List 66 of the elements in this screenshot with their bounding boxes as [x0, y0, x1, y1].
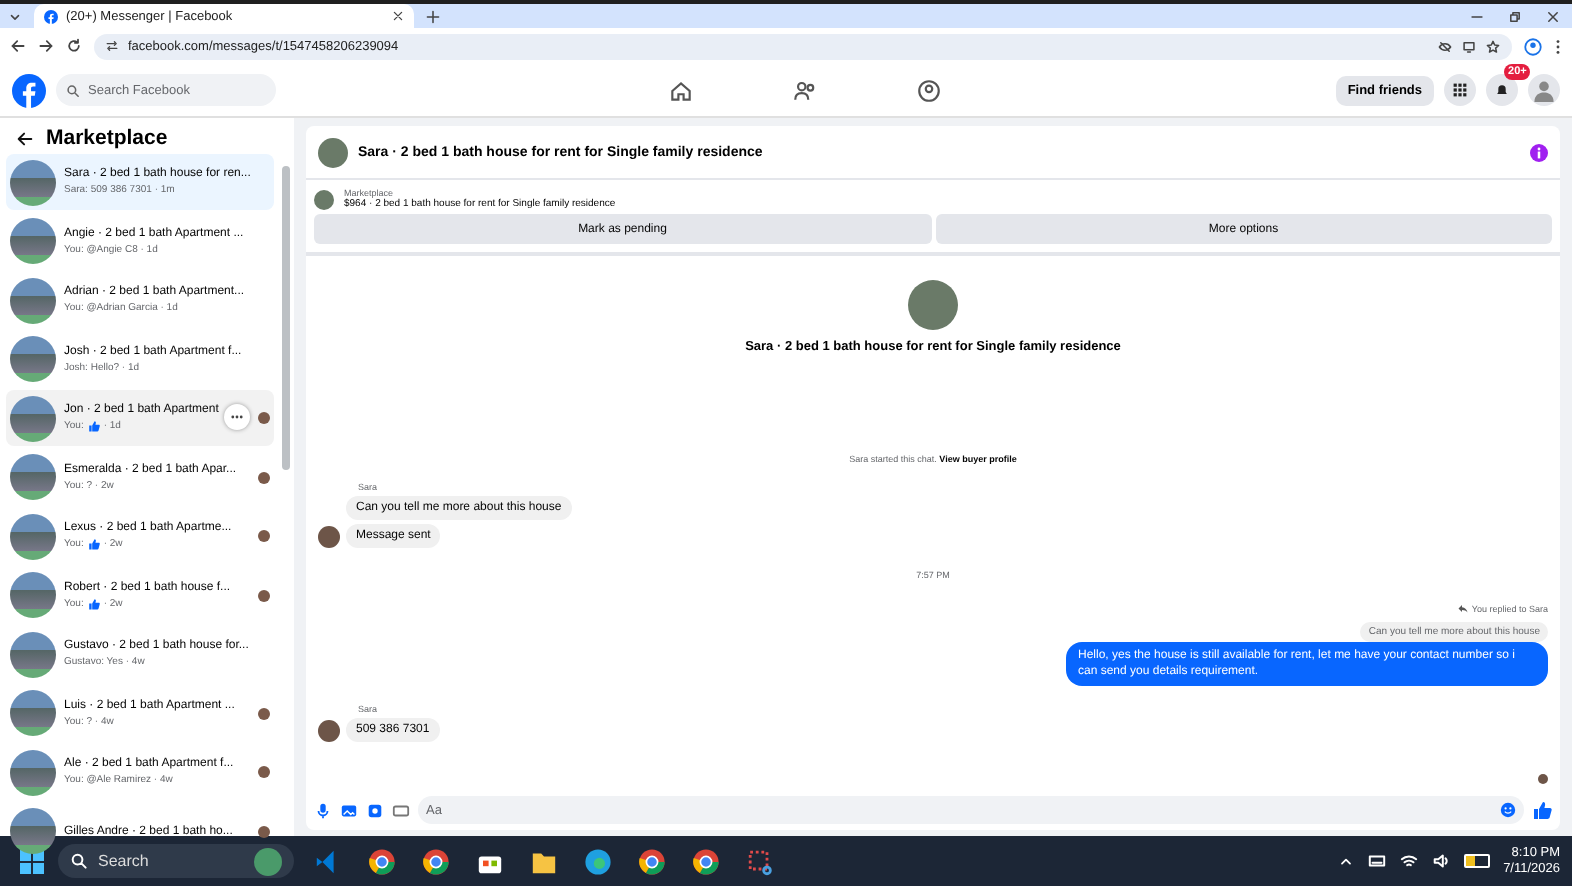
close-icon[interactable]: [1546, 9, 1560, 23]
back-arrow-icon[interactable]: [16, 129, 34, 147]
back-icon[interactable]: [10, 38, 26, 54]
sticker-icon[interactable]: [366, 801, 384, 819]
more-dots-icon: [230, 414, 244, 420]
info-icon[interactable]: [1530, 143, 1548, 161]
wifi-icon[interactable]: [1399, 852, 1418, 870]
house-photo-placeholder: [10, 572, 56, 618]
search-icon: [70, 852, 88, 870]
windows-logo-icon[interactable]: [20, 849, 44, 873]
friends-icon[interactable]: [792, 77, 819, 103]
house-photo-placeholder: [10, 513, 56, 559]
new-tab-icon[interactable]: [426, 9, 440, 23]
menu-icon[interactable]: [1554, 37, 1562, 55]
taskbar-search-field[interactable]: Search: [58, 844, 294, 878]
apps-menu-button[interactable]: [1444, 74, 1477, 106]
house-photo-placeholder: [10, 631, 56, 677]
tab-list-icon[interactable]: [8, 9, 22, 23]
speaker-icon[interactable]: [1431, 852, 1450, 870]
house-photo-placeholder: [318, 137, 348, 167]
house-photo-placeholder: [10, 690, 56, 736]
install-icon[interactable]: [1462, 39, 1476, 53]
house-photo-placeholder: [10, 808, 56, 854]
emoji-icon[interactable]: [1500, 802, 1516, 818]
house-photo-placeholder: [10, 395, 56, 441]
scrollbar[interactable]: [282, 166, 290, 470]
house-photo-placeholder: [10, 336, 56, 382]
chevron-up-icon[interactable]: [1337, 853, 1354, 869]
bell-icon: [1494, 82, 1511, 98]
house-photo-placeholder: [10, 454, 56, 500]
house-photo-placeholder: [908, 280, 958, 330]
restore-icon[interactable]: [1508, 9, 1522, 23]
microphone-icon[interactable]: [314, 801, 332, 819]
sidebar-title: Marketplace: [46, 126, 168, 150]
gif-icon[interactable]: [392, 801, 410, 819]
facebook-logo-icon: [44, 9, 58, 23]
browser-icon[interactable]: [422, 847, 450, 875]
account-avatar[interactable]: [1528, 74, 1561, 106]
thumbs-up-icon[interactable]: [1532, 800, 1552, 820]
home-icon[interactable]: [668, 77, 695, 103]
reload-icon[interactable]: [66, 38, 82, 54]
battery-icon[interactable]: [1463, 854, 1490, 868]
keyboard-icon[interactable]: [1367, 852, 1386, 870]
house-photo-placeholder: [10, 277, 56, 323]
grid-icon: [1452, 82, 1469, 98]
house-photo-placeholder: [10, 218, 56, 264]
reply-arrow-icon: [1457, 604, 1468, 614]
bookmark-star-icon[interactable]: [1486, 39, 1500, 53]
person-silhouette-icon: [1532, 78, 1557, 102]
search-icon: [66, 83, 80, 97]
house-photo-placeholder: [314, 189, 334, 209]
browser-icon[interactable]: [638, 847, 666, 875]
image-icon[interactable]: [340, 801, 358, 819]
forward-icon[interactable]: [38, 38, 54, 54]
facebook-logo-icon[interactable]: [12, 73, 46, 107]
browser-icon[interactable]: [368, 847, 396, 875]
profile-icon[interactable]: [1524, 37, 1542, 55]
notifications-button[interactable]: [1486, 74, 1519, 106]
read-receipt-avatar: [1538, 774, 1548, 784]
browser-icon[interactable]: [692, 847, 720, 875]
close-tab-icon[interactable]: [392, 10, 404, 22]
groups-icon[interactable]: [916, 77, 943, 103]
eye-off-icon[interactable]: [1438, 39, 1452, 53]
house-photo-placeholder: [10, 159, 56, 205]
house-photo-placeholder: [10, 749, 56, 795]
site-settings-icon[interactable]: [106, 40, 118, 52]
